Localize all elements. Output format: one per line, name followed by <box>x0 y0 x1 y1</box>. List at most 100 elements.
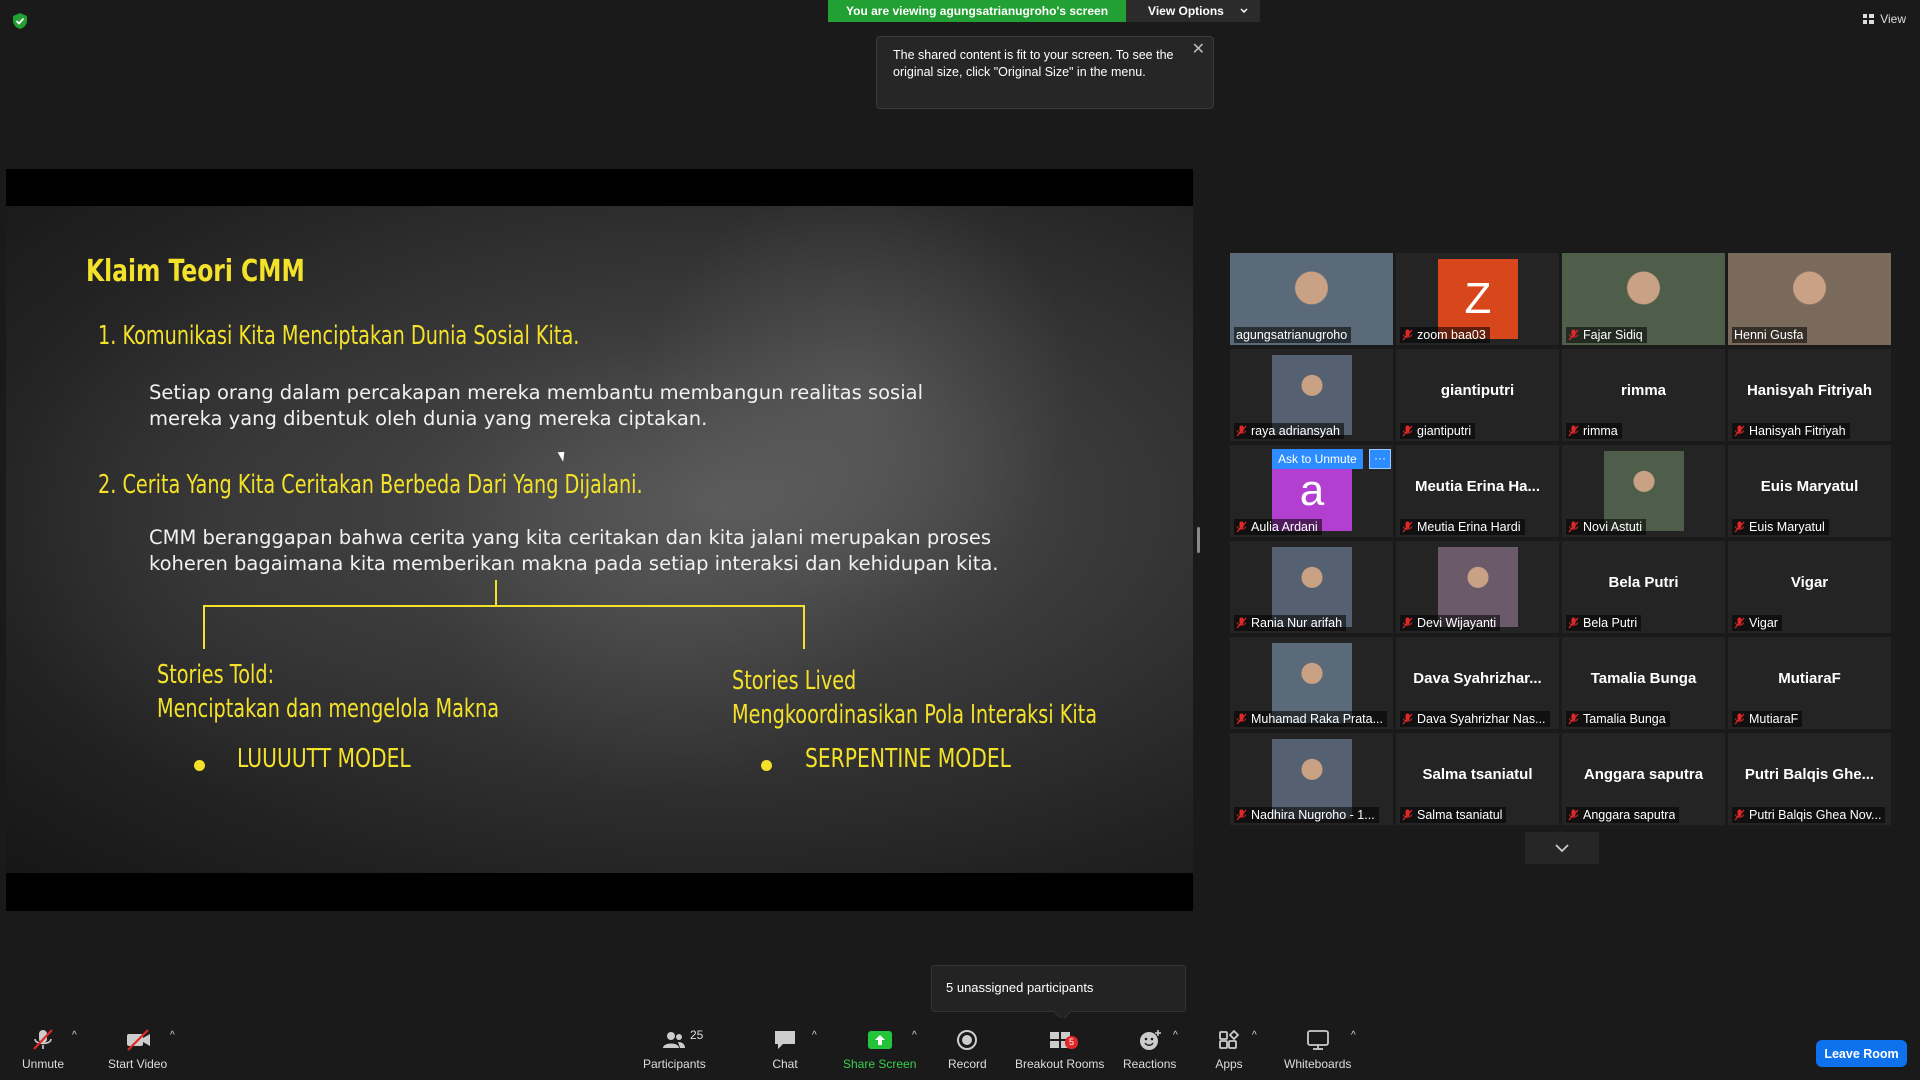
participant-name-tag: Euis Maryatul <box>1732 519 1829 535</box>
participant-name: Hanisyah Fitriyah <box>1749 424 1846 438</box>
share-options-caret[interactable]: ^ <box>912 1030 917 1041</box>
participant-tile[interactable]: giantiputri giantiputri <box>1396 349 1559 441</box>
participant-tile[interactable]: Zzoom baa03 <box>1396 253 1559 345</box>
breakout-rooms-button[interactable]: Breakout Rooms <box>1015 1028 1104 1071</box>
participant-display-name: Salma tsaniatul <box>1422 766 1533 783</box>
participant-display-name: Putri Balqis Ghe... <box>1744 766 1875 783</box>
breakout-badge: 5 <box>1065 1036 1079 1049</box>
share-screen-button[interactable]: Share Screen <box>843 1028 916 1071</box>
audio-options-caret[interactable]: ^ <box>72 1030 77 1041</box>
microphone-muted-icon <box>1236 713 1247 725</box>
unmute-label: Unmute <box>22 1057 65 1071</box>
participant-tile[interactable]: Dava Syahrizhar... Dava Syahrizhar Nas... <box>1396 637 1559 729</box>
microphone-muted-icon <box>1402 329 1413 341</box>
participant-tile[interactable]: Hanisyah Fitriyah Hanisyah Fitriyah <box>1728 349 1891 441</box>
participant-tile[interactable]: Euis Maryatul Euis Maryatul <box>1728 445 1891 537</box>
participant-tile[interactable]: Fajar Sidiq <box>1562 253 1725 345</box>
microphone-muted-icon <box>1568 617 1579 629</box>
participant-name: Putri Balqis Ghea Nov... <box>1749 808 1882 822</box>
participant-tile[interactable]: Putri Balqis Ghe... Putri Balqis Ghea Nov… <box>1728 733 1891 825</box>
participant-tile[interactable]: agungsatrianugroho <box>1230 253 1393 345</box>
leave-room-button[interactable]: Leave Room <box>1816 1040 1907 1067</box>
slide-point-2: 2. Cerita Yang Kita Ceritakan Berbeda Da… <box>98 470 643 500</box>
participant-tile[interactable]: MutiaraF MutiaraF <box>1728 637 1891 729</box>
record-label: Record <box>948 1057 987 1071</box>
reactions-button[interactable]: Reactions <box>1123 1028 1176 1071</box>
participant-tile[interactable]: Meutia Erina Ha... Meutia Erina Hardi <box>1396 445 1559 537</box>
unassigned-participants-popover[interactable]: 5 unassigned participants <box>931 965 1186 1012</box>
more-options-button[interactable]: ··· <box>1369 449 1391 469</box>
gallery-next-page-button[interactable] <box>1525 832 1599 864</box>
participant-name-tag: Henni Gusfa <box>1732 327 1808 343</box>
participant-tile[interactable]: Vigar Vigar <box>1728 541 1891 633</box>
chat-options-caret[interactable]: ^ <box>812 1030 817 1041</box>
shield-icon[interactable] <box>12 12 28 30</box>
participant-display-name: Hanisyah Fitriyah <box>1746 382 1873 399</box>
grid-view-icon <box>1863 14 1875 24</box>
unmute-button[interactable]: Unmute <box>22 1028 64 1071</box>
record-button[interactable]: Record <box>948 1028 987 1071</box>
stories-lived-heading: Stories Lived <box>732 666 857 696</box>
participant-tile[interactable]: raya adriansyah <box>1230 349 1393 441</box>
pointer-cursor <box>557 449 569 462</box>
microphone-muted-icon <box>1402 425 1413 437</box>
participant-tile[interactable]: rimma rimma <box>1562 349 1725 441</box>
microphone-muted-icon <box>1734 809 1745 821</box>
panel-splitter[interactable] <box>1197 527 1200 553</box>
participant-tile[interactable]: Nadhira Nugroho - 1... <box>1230 733 1393 825</box>
participant-name: Anggara saputra <box>1583 808 1676 822</box>
participant-display-name: Bela Putri <box>1608 574 1679 591</box>
video-options-caret[interactable]: ^ <box>170 1030 175 1041</box>
participant-name: Euis Maryatul <box>1749 520 1825 534</box>
slide-body-1: Setiap orang dalam percakapan mereka mem… <box>149 381 923 430</box>
participant-tile[interactable]: Rania Nur arifah <box>1230 541 1393 633</box>
participant-tile[interactable]: Tamalia Bunga Tamalia Bunga <box>1562 637 1725 729</box>
ask-to-unmute-button[interactable]: Ask to Unmute <box>1272 449 1363 469</box>
microphone-muted-icon <box>1402 713 1413 725</box>
participant-tile[interactable]: a Ask to Unmute ··· Aulia Ardani <box>1230 445 1393 537</box>
participant-name: raya adriansyah <box>1251 424 1340 438</box>
participant-name: rimma <box>1583 424 1618 438</box>
participant-name: Dava Syahrizhar Nas... <box>1417 712 1546 726</box>
view-menu-button[interactable]: View <box>1863 12 1906 26</box>
participant-name-tag: MutiaraF <box>1732 711 1803 727</box>
participant-tile[interactable]: Anggara saputra Anggara saputra <box>1562 733 1725 825</box>
apps-options-caret[interactable]: ^ <box>1252 1030 1257 1041</box>
participant-name-tag: Salma tsaniatul <box>1400 807 1507 823</box>
participant-tile[interactable]: Devi Wijayanti <box>1396 541 1559 633</box>
participant-display-name: Euis Maryatul <box>1760 478 1859 495</box>
participant-name: Nadhira Nugroho - 1... <box>1251 808 1375 822</box>
tree-bar <box>203 605 803 607</box>
participant-display-name: Tamalia Bunga <box>1590 670 1697 687</box>
participant-name-tag: Fajar Sidiq <box>1566 327 1647 343</box>
apps-button[interactable]: Apps <box>1215 1028 1243 1071</box>
luuuutt-model: LUUUUTT MODEL <box>237 744 411 774</box>
whiteboards-label: Whiteboards <box>1284 1057 1352 1071</box>
whiteboards-button[interactable]: Whiteboards <box>1284 1028 1351 1071</box>
participant-display-name: Vigar <box>1790 574 1829 591</box>
meeting-toolbar: Unmute ^ Start Video ^ Participants 25 C… <box>0 1018 1920 1080</box>
participant-name-tag: raya adriansyah <box>1234 423 1344 439</box>
close-icon[interactable]: ✕ <box>1192 41 1205 58</box>
chevron-down-icon <box>1240 8 1248 14</box>
participant-tile[interactable]: Henni Gusfa <box>1728 253 1891 345</box>
view-options-button[interactable]: View Options <box>1126 0 1260 22</box>
participant-display-name: giantiputri <box>1440 382 1515 399</box>
whiteboard-options-caret[interactable]: ^ <box>1351 1030 1356 1041</box>
participant-name-tag: agungsatrianugroho <box>1234 327 1352 343</box>
participant-tile[interactable]: Novi Astuti <box>1562 445 1725 537</box>
reactions-options-caret[interactable]: ^ <box>1173 1030 1178 1041</box>
microphone-muted-icon <box>1402 809 1413 821</box>
reactions-label: Reactions <box>1123 1057 1177 1071</box>
participant-tile[interactable]: Muhamad Raka Prata... <box>1230 637 1393 729</box>
start-video-button[interactable]: Start Video <box>108 1028 167 1071</box>
bullet-dot <box>761 760 772 771</box>
participant-display-name: Anggara saputra <box>1583 766 1704 783</box>
chat-button[interactable]: Chat <box>771 1028 799 1071</box>
viewing-banner: You are viewing agungsatrianugroho's scr… <box>828 0 1260 22</box>
participant-name-tag: Vigar <box>1732 615 1782 631</box>
participant-name-tag: Novi Astuti <box>1566 519 1647 535</box>
participant-tile[interactable]: Salma tsaniatul Salma tsaniatul <box>1396 733 1559 825</box>
participant-tile[interactable]: Bela Putri Bela Putri <box>1562 541 1725 633</box>
participant-name-tag: Hanisyah Fitriyah <box>1732 423 1850 439</box>
